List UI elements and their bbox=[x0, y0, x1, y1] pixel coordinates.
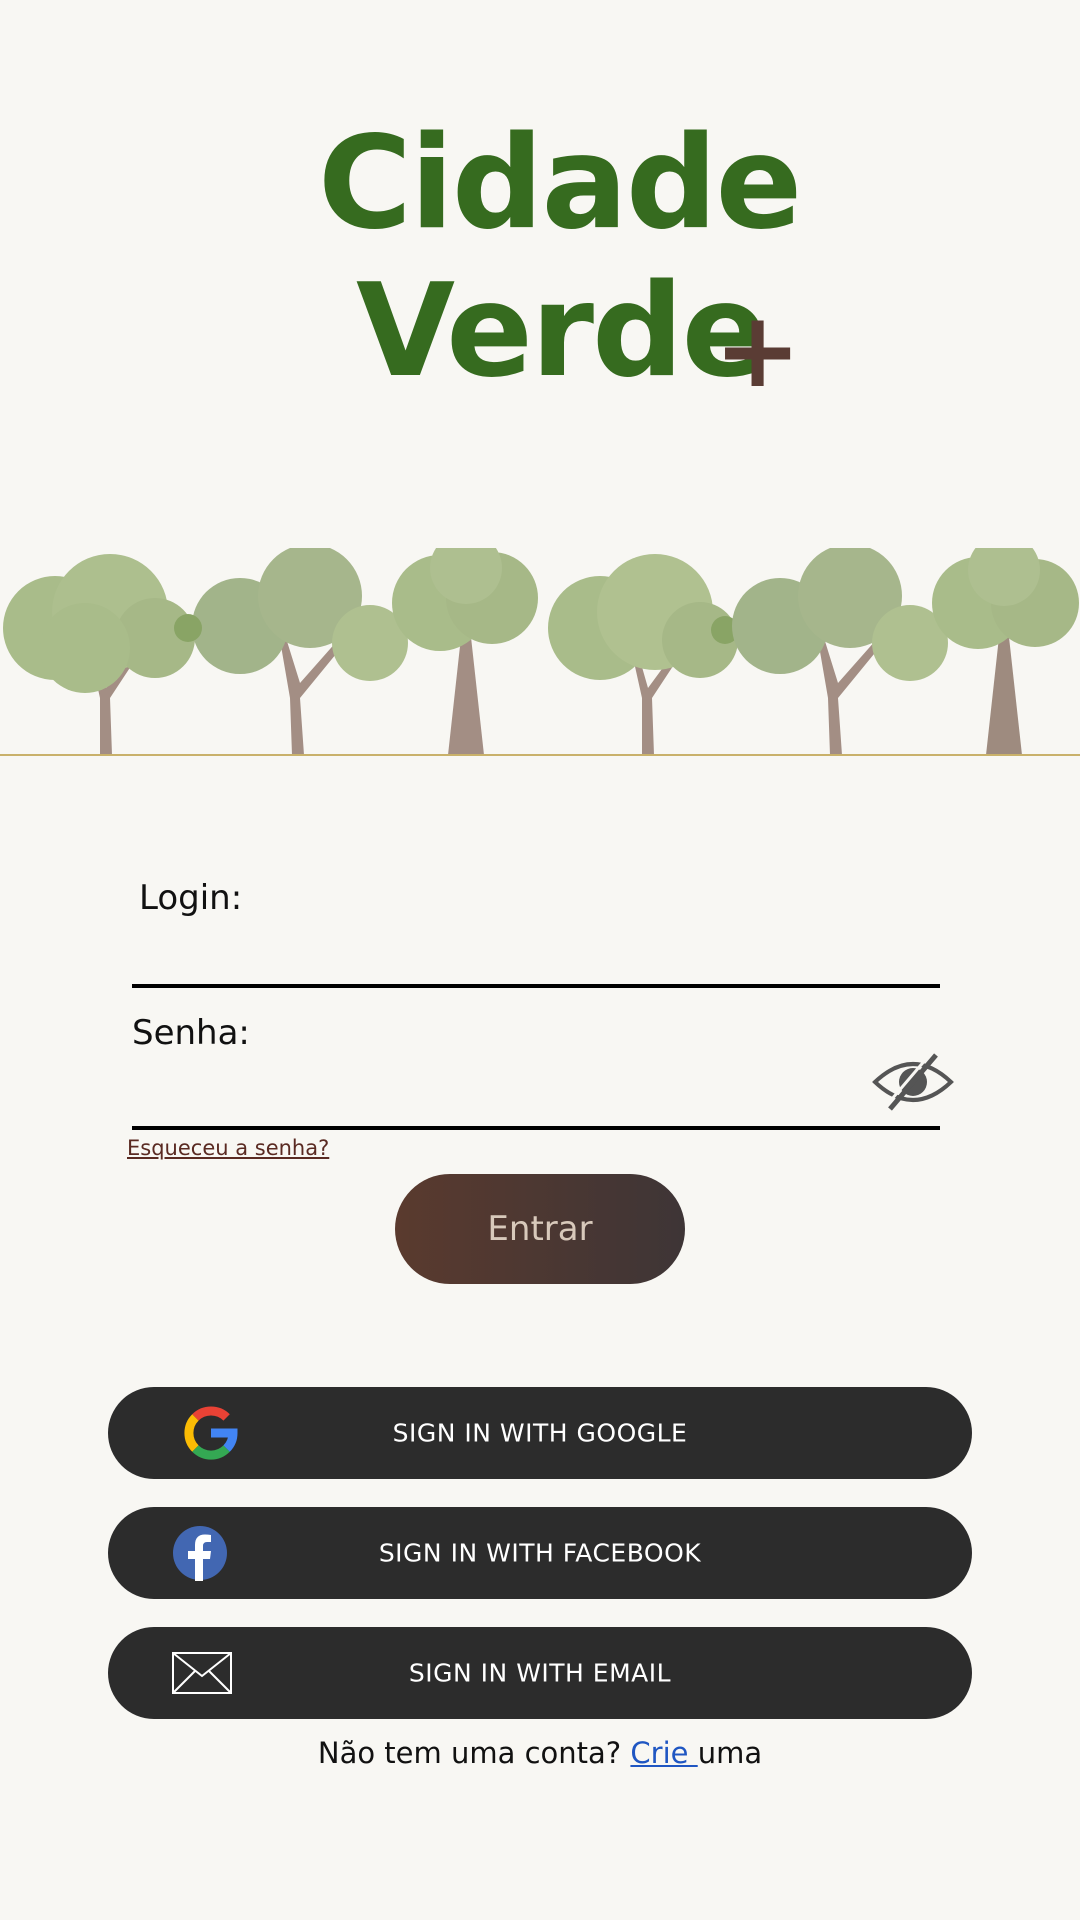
facebook-signin-label: SIGN IN WITH FACEBOOK bbox=[378, 1538, 702, 1568]
logo-line-2: Verde bbox=[356, 257, 768, 406]
tree-icon bbox=[932, 548, 1079, 755]
tree-icon bbox=[174, 548, 408, 755]
signup-prompt: Não tem uma conta? Crie uma bbox=[0, 1736, 1080, 1770]
logo-line-1: Cidade bbox=[318, 109, 802, 258]
password-underline bbox=[132, 1126, 940, 1130]
ground-line bbox=[0, 754, 1080, 756]
eye-slash-icon[interactable] bbox=[872, 1052, 954, 1112]
tree-icon bbox=[732, 548, 948, 755]
signup-suffix: uma bbox=[697, 1736, 763, 1770]
login-label: Login: bbox=[139, 878, 243, 918]
google-signin-label: SIGN IN WITH GOOGLE bbox=[392, 1418, 688, 1448]
tree-icon bbox=[548, 554, 739, 755]
tree-icon bbox=[3, 554, 195, 755]
signup-link[interactable]: Crie bbox=[630, 1736, 697, 1770]
trees-illustration bbox=[0, 548, 1080, 756]
login-button[interactable]: Entrar bbox=[395, 1174, 685, 1284]
login-underline bbox=[132, 984, 940, 988]
password-label: Senha: bbox=[132, 1013, 250, 1053]
app-logo: Cidade Verde + bbox=[0, 100, 1080, 411]
logo-plus: + bbox=[714, 289, 802, 411]
signup-text: Não tem uma conta? bbox=[317, 1736, 631, 1770]
google-signin-button[interactable]: SIGN IN WITH GOOGLE bbox=[108, 1387, 972, 1479]
password-input[interactable] bbox=[132, 1068, 866, 1126]
email-signin-label: SIGN IN WITH EMAIL bbox=[408, 1658, 672, 1688]
email-signin-button[interactable]: SIGN IN WITH EMAIL bbox=[108, 1627, 972, 1719]
facebook-signin-button[interactable]: SIGN IN WITH FACEBOOK bbox=[108, 1507, 972, 1599]
forgot-password-link[interactable]: Esqueceu a senha? bbox=[127, 1136, 329, 1160]
login-input[interactable] bbox=[132, 932, 944, 984]
tree-icon bbox=[392, 548, 538, 755]
